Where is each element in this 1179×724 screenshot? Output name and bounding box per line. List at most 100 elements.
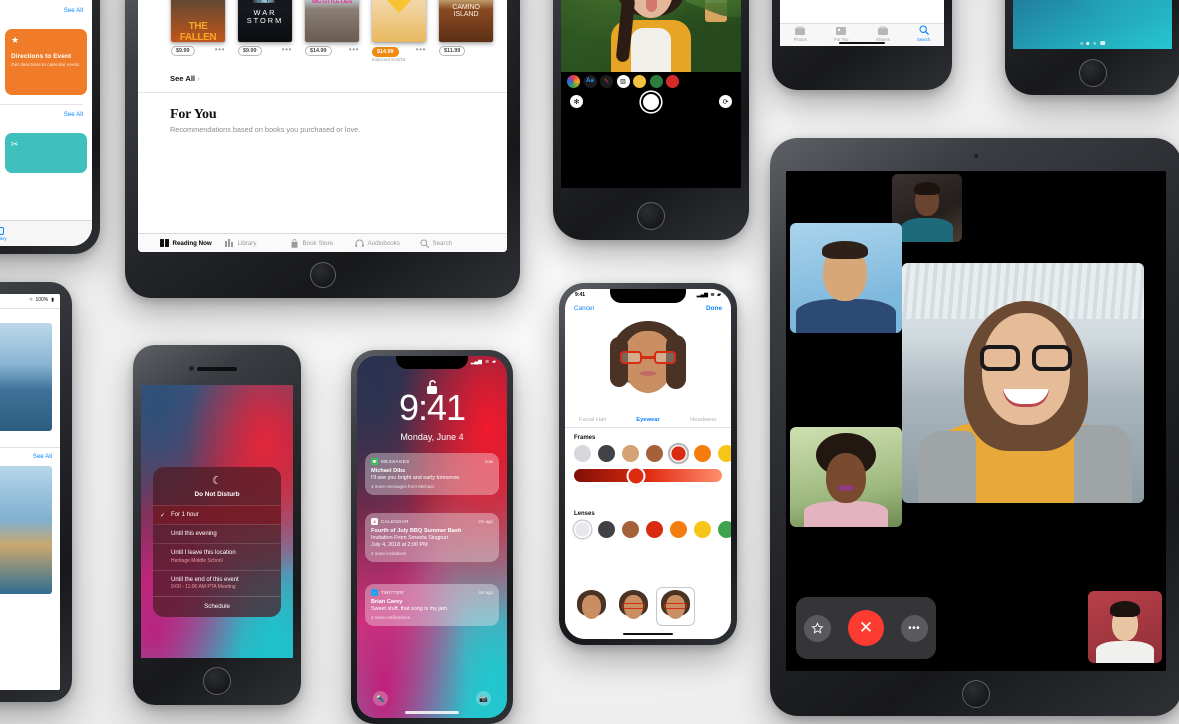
home-button[interactable]	[637, 202, 665, 230]
shutter-button[interactable]	[641, 91, 661, 112]
lens-swatch[interactable]	[598, 521, 615, 538]
book-item[interactable]: New York Times Bestseller JOHN GRISHAM C…	[439, 0, 493, 62]
tab-reading-now[interactable]: Reading Now	[160, 239, 225, 248]
tab-headwear[interactable]: Headwear	[676, 417, 731, 423]
page-dot[interactable]	[1092, 41, 1096, 45]
participant-tile-left-lower[interactable]	[790, 427, 902, 527]
camera-button[interactable]: 📷	[476, 691, 491, 706]
lens-swatch[interactable]	[622, 521, 639, 538]
tab-for-you[interactable]: For You	[834, 26, 848, 42]
dnd-option-until-evening[interactable]: Until this evening	[153, 524, 281, 543]
photo-thumbnail-1[interactable]	[0, 322, 52, 431]
memoji-thumb-red-glasses-a[interactable]	[615, 588, 652, 625]
frame-swatch[interactable]	[622, 445, 639, 462]
see-all-link[interactable]: See All ›	[170, 74, 475, 83]
book-item[interactable]: VICTORIA AVEYARD WAR STORM $9.99 •••	[238, 0, 292, 62]
participant-tile-main-speaker[interactable]	[902, 263, 1144, 503]
lens-swatch[interactable]	[670, 521, 687, 538]
heart-sticker-icon[interactable]	[666, 74, 679, 88]
memoji-thumb-red-glasses-b[interactable]	[657, 588, 694, 625]
book-price-preorder[interactable]: $14.99	[372, 47, 399, 58]
effects-button[interactable]: ✻	[570, 95, 583, 108]
more-options-icon[interactable]: •••	[282, 46, 292, 54]
more-options-icon[interactable]: •••	[349, 46, 359, 54]
book-item[interactable]: A Novel Elin Hilderbrand The Perfect Cou…	[372, 0, 426, 62]
book-cover[interactable]: #1 NEW YORK TIMES BESTSELLING AUTHOR DAV…	[171, 0, 225, 42]
frame-swatch[interactable]	[718, 445, 731, 462]
lens-swatch[interactable]	[646, 521, 663, 538]
flashlight-button[interactable]: 🔦	[373, 691, 388, 706]
flip-camera-button[interactable]: ⟳	[719, 95, 732, 108]
book-cover[interactable]: VICTORIA AVEYARD WAR STORM	[238, 0, 292, 42]
notification-more[interactable]: 2 more invitations	[371, 551, 493, 556]
tab-book-store[interactable]: Book Store	[290, 238, 355, 248]
slider-knob[interactable]	[628, 468, 644, 483]
tab-search[interactable]: Search	[917, 25, 930, 42]
tab-photos[interactable]: Photos	[794, 25, 807, 42]
frame-swatch[interactable]	[574, 445, 591, 462]
tab-albums[interactable]: Albums	[876, 25, 890, 42]
more-options-icon[interactable]: •••	[215, 46, 225, 54]
lens-swatch-selected[interactable]	[574, 521, 591, 538]
book-item[interactable]: #1 NEW YORK TIMES BESTSELLING AUTHOR DAV…	[171, 0, 225, 62]
tab-search[interactable]: Search	[420, 238, 485, 248]
dnd-schedule-button[interactable]: Schedule	[153, 596, 281, 617]
effects-button[interactable]	[804, 614, 832, 642]
memoji-thumb-no-glasses[interactable]	[573, 588, 610, 625]
book-price[interactable]: $9.99	[238, 46, 262, 57]
book-cover[interactable]: LIANE MORIARTY author of Truly Madly Gui…	[305, 0, 359, 42]
notification-twitter[interactable]: 🐦 TWITTER 4m ago Brian Carey Sweet stuff…	[365, 584, 499, 626]
book-price[interactable]: $11.99	[439, 46, 466, 57]
page-dot[interactable]	[1079, 41, 1083, 45]
notification-more[interactable]: 2 more notifications	[371, 615, 493, 620]
more-options-icon[interactable]: •••	[416, 46, 426, 54]
dnd-option-for-1-hour[interactable]: ✓ For 1 hour	[153, 505, 281, 524]
done-button[interactable]: Done	[706, 305, 722, 312]
home-button[interactable]	[962, 680, 990, 708]
lens-swatch[interactable]	[694, 521, 711, 538]
filters-effect-icon[interactable]	[567, 74, 580, 88]
participant-tile-top[interactable]	[892, 174, 962, 242]
camera-icon[interactable]	[1100, 41, 1106, 45]
participant-tile-left-upper[interactable]	[790, 223, 902, 333]
lens-swatch[interactable]	[718, 521, 731, 538]
frame-color-slider[interactable]	[574, 468, 722, 483]
handwriting-effect-icon[interactable]: ✎	[600, 74, 613, 88]
tab-facial-hair[interactable]: Facial Hair	[565, 417, 620, 423]
book-cover[interactable]: A Novel Elin Hilderbrand The Perfect Cou…	[372, 0, 426, 42]
dnd-option-until-leave-location[interactable]: Until I leave this location Heritage Mid…	[153, 543, 281, 570]
book-price[interactable]: $9.99	[171, 46, 195, 57]
frame-swatch[interactable]	[598, 445, 615, 462]
tab-eyewear[interactable]: Eyewear	[620, 417, 675, 423]
tab-library[interactable]: Library	[225, 239, 290, 248]
frame-swatch[interactable]	[694, 445, 711, 462]
shortcut-card-directions[interactable]: ★ Directions to Event Get directions to …	[5, 28, 87, 95]
end-call-button[interactable]: ✕	[847, 610, 884, 646]
page-dot-active[interactable]	[1086, 41, 1090, 45]
tab-audiobooks[interactable]: Audiobooks	[355, 239, 420, 248]
frame-swatch-selected[interactable]	[670, 445, 687, 462]
frame-swatch[interactable]	[646, 445, 663, 462]
text-effect-icon[interactable]: Aa	[583, 74, 597, 88]
book-item[interactable]: LIANE MORIARTY author of Truly Madly Gui…	[305, 0, 359, 62]
dnd-option-until-event-end[interactable]: Until the end of this event 9:00 - 11:00…	[153, 569, 281, 597]
home-button[interactable]	[1078, 59, 1107, 87]
tab-gallery[interactable]: Gallery	[0, 226, 7, 241]
notification-messages[interactable]: 💬 MESSAGES now Michael Dibs I'll see you…	[365, 453, 499, 495]
cancel-button[interactable]: Cancel	[574, 305, 594, 312]
shortcuts-see-all-1[interactable]: See All	[0, 2, 92, 18]
home-button[interactable]	[309, 262, 336, 288]
more-button[interactable]: •••	[900, 614, 928, 642]
see-all-link[interactable]: See All	[0, 447, 60, 464]
shortcuts-see-all-2[interactable]: See All	[0, 106, 92, 122]
book-price[interactable]: $14.99	[305, 46, 332, 57]
home-button[interactable]	[203, 667, 231, 695]
notification-calendar[interactable]: 4 CALENDAR 2m ago Fourth of July BBQ Sum…	[365, 513, 499, 562]
shortcut-card-teal[interactable]: ✂	[5, 133, 87, 173]
participant-tile-bottom-right[interactable]	[1088, 591, 1162, 663]
photo-thumbnail-2[interactable]	[0, 466, 52, 594]
burger-sticker-icon[interactable]	[633, 74, 646, 88]
shapes-effect-icon[interactable]: ▥	[616, 74, 630, 88]
book-cover[interactable]: New York Times Bestseller JOHN GRISHAM C…	[439, 0, 493, 42]
panda-sticker-icon[interactable]	[649, 74, 663, 88]
